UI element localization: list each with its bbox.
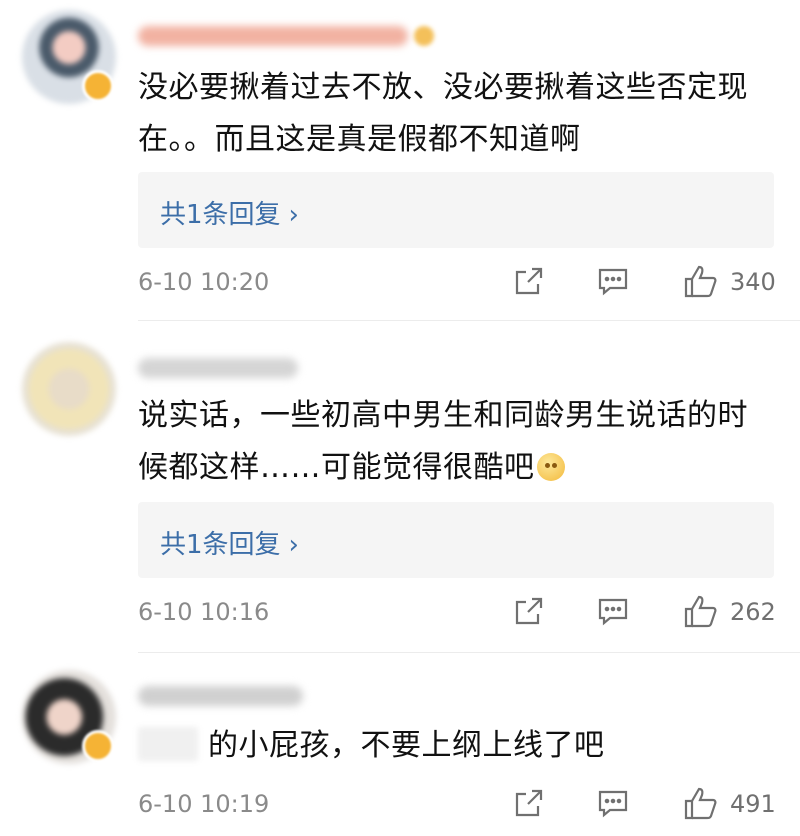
chevron-right-icon: › — [288, 200, 299, 230]
divider — [138, 652, 800, 653]
chevron-right-icon: › — [288, 530, 299, 560]
comment-meta: 6-10 10:19 491 — [138, 786, 778, 826]
reply-summary[interactable]: 共1条回复 › — [138, 502, 774, 578]
comment-item: 说实话，一些初高中男生和同龄男生说话的时候都这样……可能觉得很酷吧 共1条回复 ›… — [0, 330, 800, 650]
verified-badge-icon — [82, 730, 114, 762]
like-count: 262 — [730, 598, 776, 626]
reply-summary[interactable]: 共1条回复 › — [138, 172, 774, 248]
thumbs-up-icon — [682, 786, 720, 822]
comment-item: 的小屁孩，不要上纲上线了吧 6-10 10:19 491 — [0, 662, 800, 836]
username[interactable] — [138, 358, 298, 378]
thumbs-up-icon — [682, 264, 720, 300]
comment-text: 的小屁孩，不要上纲上线了吧 — [138, 720, 778, 772]
comment-text: 说实话，一些初高中男生和同龄男生说话的时候都这样……可能觉得很酷吧 — [138, 398, 748, 485]
share-icon[interactable] — [512, 786, 546, 822]
verified-badge-icon — [82, 70, 114, 102]
username[interactable] — [138, 26, 408, 46]
timestamp: 6-10 10:16 — [138, 598, 270, 626]
thumbs-up-icon — [682, 594, 720, 630]
share-icon[interactable] — [512, 594, 546, 630]
smiley-emoji-icon — [536, 453, 565, 481]
like-button[interactable]: 340 — [682, 264, 776, 300]
comment-icon[interactable] — [596, 264, 630, 300]
reply-count-link[interactable]: 共1条回复 › — [160, 524, 299, 561]
reply-count-link[interactable]: 共1条回复 › — [160, 194, 299, 231]
like-button[interactable]: 491 — [682, 786, 776, 822]
like-button[interactable]: 262 — [682, 594, 776, 630]
share-icon[interactable] — [512, 264, 546, 300]
like-count: 340 — [730, 268, 776, 296]
avatar[interactable] — [22, 342, 116, 436]
comment-icon[interactable] — [596, 786, 630, 822]
comment-meta: 6-10 10:16 262 — [138, 594, 778, 634]
timestamp: 6-10 10:19 — [138, 790, 270, 818]
comment-meta: 6-10 10:20 340 — [138, 264, 778, 304]
username[interactable] — [138, 686, 303, 706]
redacted-text — [138, 727, 198, 761]
member-crown-icon — [414, 26, 434, 46]
timestamp: 6-10 10:20 — [138, 268, 270, 296]
comment-icon[interactable] — [596, 594, 630, 630]
comment-text: 没必要揪着过去不放、没必要揪着这些否定现在。。而且这是真是假都不知道啊 — [138, 70, 748, 157]
comment-item: 没必要揪着过去不放、没必要揪着这些否定现在。。而且这是真是假都不知道啊 共1条回… — [0, 0, 800, 320]
like-count: 491 — [730, 790, 776, 818]
divider — [138, 320, 800, 321]
